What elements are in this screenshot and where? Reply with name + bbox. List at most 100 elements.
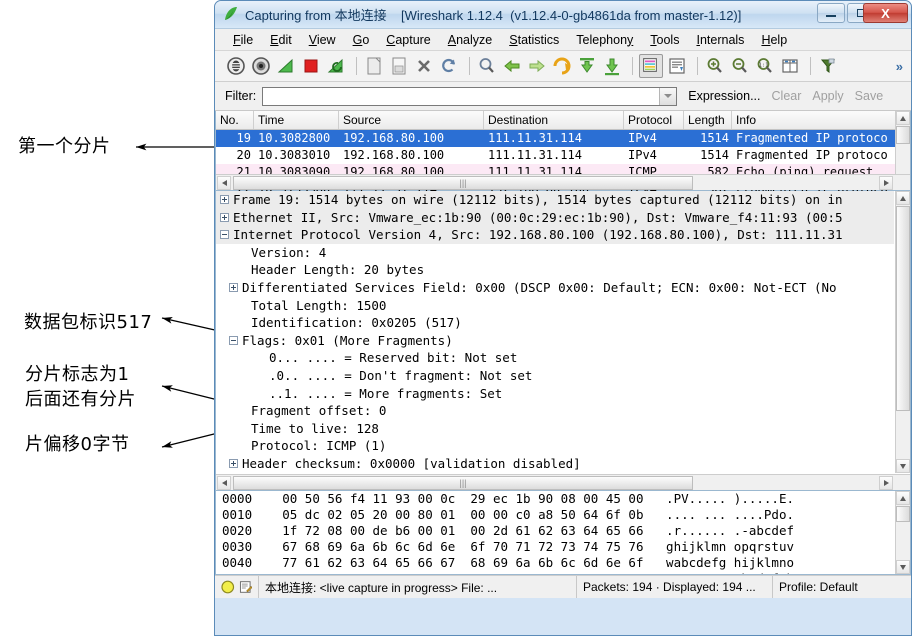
detail-row-flags[interactable]: Flags: 0x01 (More Fragments) <box>216 332 894 350</box>
detail-vscrollbar[interactable] <box>895 191 910 473</box>
restart-capture-icon[interactable] <box>325 55 347 77</box>
auto-scroll-icon[interactable] <box>666 55 688 77</box>
zoom-out-icon[interactable] <box>729 55 751 77</box>
collapse-icon[interactable] <box>229 335 238 345</box>
colorize-icon[interactable] <box>639 54 663 78</box>
clear-filter-button[interactable]: Clear <box>772 89 802 103</box>
menu-telephony[interactable]: Telephony <box>576 33 633 47</box>
go-first-packet-icon[interactable] <box>576 55 598 77</box>
save-file-icon[interactable] <box>388 55 410 77</box>
stop-capture-icon[interactable] <box>300 55 322 77</box>
scroll-up-icon[interactable] <box>896 191 910 205</box>
go-last-packet-icon[interactable] <box>601 55 623 77</box>
detail-row-fragment-offset[interactable]: Fragment offset: 0 <box>216 402 894 420</box>
scroll-down-icon[interactable] <box>896 459 910 473</box>
expression-button[interactable]: Expression... <box>688 89 760 103</box>
menu-go[interactable]: Go <box>353 33 370 47</box>
detail-row-reserved-bit[interactable]: 0... .... = Reserved bit: Not set <box>216 349 894 367</box>
menu-view[interactable]: View <box>309 33 336 47</box>
detail-hscrollbar[interactable]: ||| <box>216 474 910 490</box>
detail-row-protocol[interactable]: Protocol: ICMP (1) <box>216 437 894 455</box>
hex-row[interactable]: 0030 67 68 69 6a 6b 6c 6d 6e 6f 70 71 72… <box>216 539 894 555</box>
expand-icon[interactable] <box>229 282 238 292</box>
scroll-thumb[interactable] <box>896 506 910 522</box>
minimize-button[interactable] <box>817 3 845 23</box>
packet-bytes-pane[interactable]: 0000 00 50 56 f4 11 93 00 0c 29 ec 1b 90… <box>215 491 911 575</box>
close-file-icon[interactable] <box>413 55 435 77</box>
packet-detail-pane[interactable]: Frame 19: 1514 bytes on wire (12112 bits… <box>215 191 911 491</box>
hex-row[interactable]: 0020 1f 72 08 00 de b6 00 01 00 2d 61 62… <box>216 523 894 539</box>
packet-list-pane[interactable]: No. Time Source Destination Protocol Len… <box>215 111 911 196</box>
packet-list-hscrollbar[interactable]: ||| <box>216 174 910 190</box>
scroll-left-icon[interactable] <box>217 476 231 490</box>
expand-icon[interactable] <box>220 212 229 222</box>
detail-row-ethernet[interactable]: Ethernet II, Src: Vmware_ec:1b:90 (00:0c… <box>216 208 894 227</box>
detail-row-ipv4[interactable]: Internet Protocol Version 4, Src: 192.16… <box>216 226 894 244</box>
go-to-packet-icon[interactable] <box>551 55 573 77</box>
column-header-length[interactable]: Length <box>684 111 732 129</box>
scroll-thumb[interactable] <box>896 206 910 411</box>
column-header-destination[interactable]: Destination <box>484 111 624 129</box>
menu-edit[interactable]: Edit <box>270 33 292 47</box>
detail-row-total-length[interactable]: Total Length: 1500 <box>216 297 894 315</box>
find-packet-icon[interactable] <box>476 55 498 77</box>
column-header-time[interactable]: Time <box>254 111 339 129</box>
scroll-down-icon[interactable] <box>896 560 910 574</box>
reload-file-icon[interactable] <box>438 55 460 77</box>
menu-file[interactable]: File <box>233 33 253 47</box>
column-header-protocol[interactable]: Protocol <box>624 111 684 129</box>
hex-row[interactable]: 0000 00 50 56 f4 11 93 00 0c 29 ec 1b 90… <box>216 491 894 507</box>
detail-row-frame[interactable]: Frame 19: 1514 bytes on wire (12112 bits… <box>216 191 894 209</box>
capture-filters-icon[interactable] <box>817 55 839 77</box>
open-file-icon[interactable] <box>363 55 385 77</box>
save-filter-button[interactable]: Save <box>855 89 884 103</box>
resize-columns-icon[interactable] <box>779 55 801 77</box>
go-forward-icon[interactable] <box>526 55 548 77</box>
column-header-source[interactable]: Source <box>339 111 484 129</box>
menu-analyze[interactable]: Analyze <box>448 33 492 47</box>
hex-row[interactable]: 0050 70 71 72 73 74 75 76 77 61 62 63 64… <box>216 571 894 574</box>
zoom-in-icon[interactable] <box>704 55 726 77</box>
filter-input[interactable] <box>262 86 678 106</box>
menu-capture[interactable]: Capture <box>386 33 430 47</box>
capture-options-icon[interactable] <box>250 55 272 77</box>
scroll-right-icon[interactable] <box>879 476 893 490</box>
column-header-no[interactable]: No. <box>216 111 254 129</box>
expert-info-icon[interactable] <box>239 580 253 594</box>
expand-icon[interactable] <box>220 195 229 204</box>
detail-row-identification[interactable]: Identification: 0x0205 (517) <box>216 314 894 332</box>
scroll-right-icon[interactable] <box>879 176 893 190</box>
scroll-left-icon[interactable] <box>217 176 231 190</box>
hex-vscrollbar[interactable] <box>895 491 910 574</box>
apply-filter-button[interactable]: Apply <box>812 89 843 103</box>
capture-ready-circle-icon[interactable] <box>221 580 235 594</box>
detail-row-source[interactable]: Source: 192.168.80.100 (192.168.80.100) <box>216 473 894 474</box>
detail-row-header-checksum[interactable]: Header checksum: 0x0000 [validation disa… <box>216 455 894 473</box>
detail-row-dont-fragment[interactable]: .0.. .... = Don't fragment: Not set <box>216 367 894 385</box>
column-header-info[interactable]: Info <box>732 111 892 129</box>
detail-row-dsfield[interactable]: Differentiated Services Field: 0x00 (DSC… <box>216 279 894 297</box>
menu-internals[interactable]: Internals <box>696 33 744 47</box>
interfaces-icon[interactable] <box>225 55 247 77</box>
start-capture-icon[interactable] <box>275 55 297 77</box>
expand-icon[interactable] <box>229 458 238 468</box>
detail-row-ttl[interactable]: Time to live: 128 <box>216 420 894 438</box>
go-back-icon[interactable] <box>501 55 523 77</box>
menu-statistics[interactable]: Statistics <box>509 33 559 47</box>
hex-row[interactable]: 0040 77 61 62 63 64 65 66 67 68 69 6a 6b… <box>216 555 894 571</box>
toolbar-overflow-icon[interactable]: » <box>896 59 903 74</box>
detail-row-version[interactable]: Version: 4 <box>216 244 894 262</box>
table-row[interactable]: 20 10.3083010 192.168.80.100 111.11.31.1… <box>216 147 910 164</box>
hex-row[interactable]: 0010 05 dc 02 05 20 00 80 01 00 00 c0 a8… <box>216 507 894 523</box>
menu-help[interactable]: Help <box>761 33 787 47</box>
scroll-thumb[interactable]: ||| <box>233 176 693 190</box>
scroll-up-icon[interactable] <box>896 491 910 505</box>
menu-tools[interactable]: Tools <box>650 33 679 47</box>
scroll-up-icon[interactable] <box>896 111 910 125</box>
collapse-icon[interactable] <box>220 230 229 240</box>
detail-row-header-length[interactable]: Header Length: 20 bytes <box>216 261 894 279</box>
table-row[interactable]: 19 10.3082800 192.168.80.100 111.11.31.1… <box>216 130 910 147</box>
status-profile-text[interactable]: Profile: Default <box>773 576 911 598</box>
detail-row-more-fragments[interactable]: ..1. .... = More fragments: Set <box>216 385 894 403</box>
close-button[interactable]: X <box>863 3 908 23</box>
